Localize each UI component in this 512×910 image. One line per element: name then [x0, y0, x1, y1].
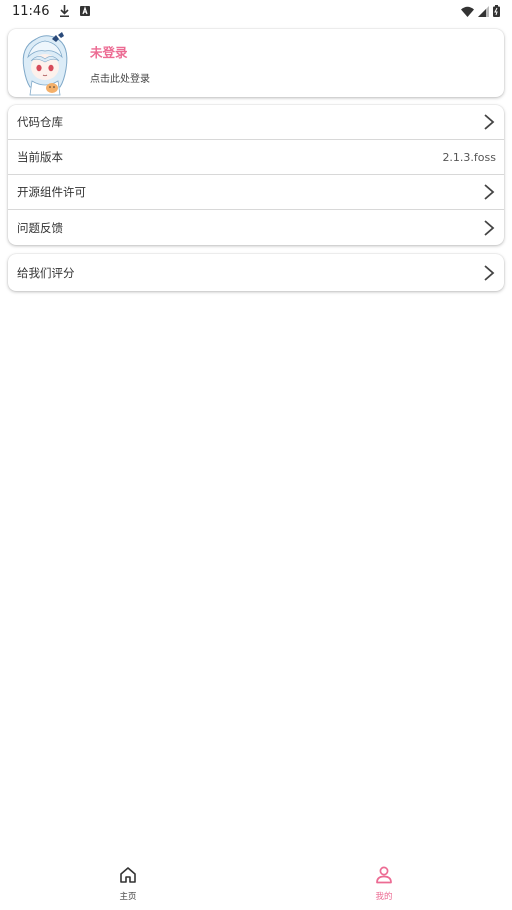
menu-item-label: 开源组件许可: [17, 185, 86, 199]
person-icon: [376, 866, 392, 884]
bottom-nav: 主页 我的: [0, 855, 512, 910]
chevron-right-icon: [484, 114, 495, 130]
profile-name: 未登录: [90, 44, 128, 60]
status-time: 11:46: [12, 3, 50, 19]
home-icon: [120, 867, 136, 883]
menu-item-label: 代码仓库: [17, 115, 63, 129]
menu-item-label: 问题反馈: [17, 220, 63, 235]
menu-item-label: 给我们评分: [17, 265, 75, 280]
signal-icon: [478, 5, 489, 17]
menu-item-open-source-licenses[interactable]: 开源组件许可: [8, 175, 504, 210]
menu-item-current-version: 当前版本 2.1.3.foss: [8, 140, 504, 175]
chevron-right-icon: [484, 264, 495, 281]
status-bar: 11:46: [0, 0, 512, 22]
chevron-right-icon: [484, 219, 495, 236]
chevron-right-icon: [484, 184, 495, 200]
settings-menu: 代码仓库 当前版本 2.1.3.foss 开源组件许可 问题反馈: [8, 105, 504, 245]
profile-card[interactable]: 未登录 点击此处登录: [8, 29, 504, 97]
login-hint: 点击此处登录: [90, 73, 150, 85]
nav-tab-mine[interactable]: 我的: [256, 855, 512, 910]
menu-item-rate-us[interactable]: 给我们评分: [8, 254, 504, 291]
menu-item-label: 当前版本: [17, 150, 63, 164]
download-icon: [59, 5, 70, 17]
version-value: 2.1.3.foss: [442, 150, 496, 164]
rate-card: 给我们评分: [8, 254, 504, 291]
menu-item-code-repo[interactable]: 代码仓库: [8, 105, 504, 140]
nav-tab-home[interactable]: 主页: [0, 855, 256, 910]
nav-tab-label: 主页: [119, 892, 137, 902]
battery-icon: [493, 5, 500, 17]
nav-tab-label: 我的: [375, 892, 393, 902]
app-notification-icon: [80, 6, 91, 16]
menu-item-feedback[interactable]: 问题反馈: [8, 210, 504, 245]
avatar: [14, 29, 76, 97]
wifi-icon: [461, 6, 474, 17]
